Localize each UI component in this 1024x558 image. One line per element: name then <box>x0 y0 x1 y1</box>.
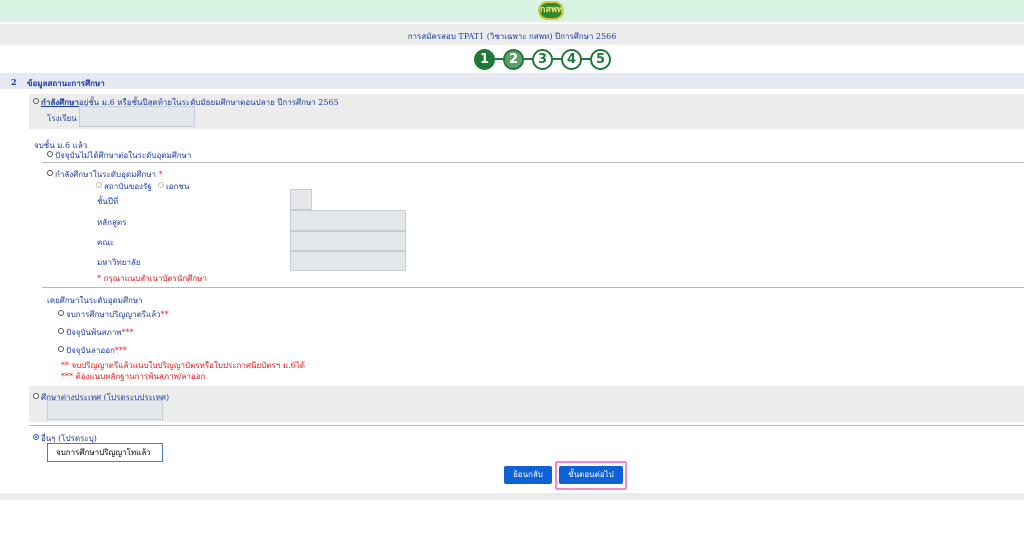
student-card-note: * กรุณาแนบสำเนาบัตรนักศึกษา <box>97 274 207 283</box>
step-4: 4 <box>561 49 582 70</box>
abroad-panel <box>29 386 1024 422</box>
divider <box>42 287 1024 288</box>
other-radio[interactable] <box>33 434 39 440</box>
withdraw-note: *** ต้องแนบหลักฐานการพ้นสภาพ/ลาออก <box>61 372 206 381</box>
not-studying-label: ปัจจุบันไม่ได้ศึกษาต่อในระดับอุดมศึกษา <box>55 151 192 160</box>
retired-text: ปัจจุบันพ้นสภาพ <box>66 328 122 337</box>
abroad-country-field[interactable] <box>47 400 163 420</box>
completed-text: จบการศึกษาปริญญาตรีแล้ว <box>66 310 161 319</box>
resigned-text: ปัจจุบันลาออก <box>66 346 115 355</box>
step-connector <box>582 58 590 60</box>
studying-link[interactable]: กำลังศึกษา <box>41 97 79 107</box>
step-2: 2 <box>503 49 524 70</box>
abroad-radio[interactable] <box>33 393 39 399</box>
retired-mark: *** <box>121 328 134 337</box>
gsp-logo: กสพท <box>538 1 564 20</box>
year-label: ชั้นปีที่ <box>97 197 119 206</box>
program-field[interactable] <box>290 210 406 231</box>
school-field[interactable] <box>79 106 195 127</box>
section-header <box>0 73 1024 89</box>
divider <box>29 425 1024 426</box>
private-institution-label: เอกชน <box>166 182 190 191</box>
studying-higher-radio[interactable] <box>47 170 53 176</box>
studying-radio[interactable] <box>33 98 39 104</box>
school-label: โรงเรียน <box>47 114 77 123</box>
step-connector <box>495 58 503 60</box>
other-specify-input[interactable]: จบการศึกษาปริญญาโทแล้ว <box>47 443 163 462</box>
back-button[interactable]: ย้อนกลับ <box>504 466 552 484</box>
university-label: มหาวิทยาลัย <box>97 258 141 267</box>
step-5: 5 <box>590 49 611 70</box>
top-banner <box>0 0 1024 22</box>
private-institution-radio[interactable] <box>158 182 164 188</box>
public-institution-radio[interactable] <box>96 182 102 188</box>
step-1: 1 <box>474 49 495 70</box>
program-label: หลักสูตร <box>97 218 127 227</box>
step-indicator: 1 2 3 4 5 <box>474 49 624 71</box>
completed-radio[interactable] <box>58 310 64 316</box>
not-studying-radio[interactable] <box>47 151 53 157</box>
previously-heading: เคยศึกษาในระดับอุดมศึกษา <box>47 296 143 305</box>
footer-bar <box>0 493 1024 500</box>
required-mark: * <box>158 170 163 179</box>
studying-higher-text: กำลังศึกษาในระดับอุดมศึกษา <box>55 170 157 179</box>
completed-mark: ** <box>160 310 169 319</box>
faculty-field[interactable] <box>290 231 406 251</box>
resigned-radio[interactable] <box>58 346 64 352</box>
resigned-mark: *** <box>114 346 127 355</box>
divider <box>42 162 1024 163</box>
page-subtitle: การสมัครสอบ TPAT1 (วิชาเฉพาะ กสพท) ปีการ… <box>407 32 617 41</box>
year-field[interactable] <box>290 189 312 210</box>
faculty-label: คณะ <box>97 238 115 247</box>
next-step-button[interactable]: ขั้นตอนต่อไป <box>559 466 623 484</box>
step-connector <box>524 58 532 60</box>
step-connector <box>553 58 561 60</box>
step-3: 3 <box>532 49 553 70</box>
retired-label: ปัจจุบันพ้นสภาพ*** <box>66 326 134 339</box>
university-field[interactable] <box>290 251 406 271</box>
section-number: 2 <box>11 77 17 87</box>
section-title: ข้อมูลสถานะการศึกษา <box>27 78 105 88</box>
completed-label: จบการศึกษาปริญญาตรีแล้ว** <box>66 308 169 321</box>
resigned-label: ปัจจุบันลาออก*** <box>66 344 127 357</box>
retired-radio[interactable] <box>58 328 64 334</box>
public-institution-label: สถาบันของรัฐ <box>104 182 152 191</box>
